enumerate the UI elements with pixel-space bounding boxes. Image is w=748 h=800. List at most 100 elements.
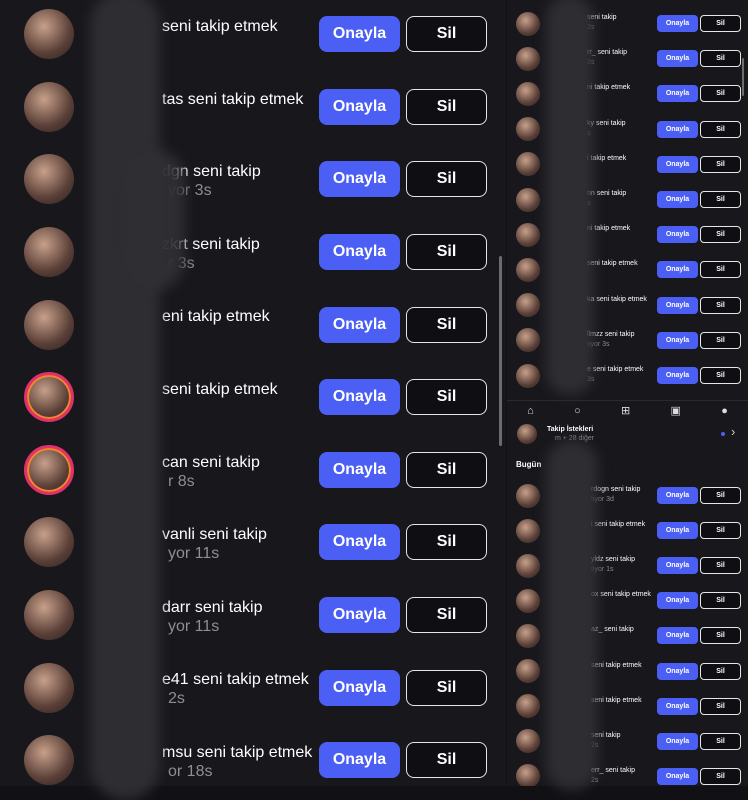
user-avatar[interactable] — [516, 152, 540, 177]
delete-button[interactable]: Sil — [406, 451, 487, 488]
delete-button[interactable]: Sil — [406, 597, 487, 634]
approve-button[interactable]: Onayla — [657, 557, 698, 575]
delete-button[interactable]: Sil — [700, 226, 741, 244]
approve-button[interactable]: Onayla — [319, 524, 400, 561]
user-avatar[interactable] — [516, 518, 540, 543]
user-avatar[interactable] — [24, 81, 74, 132]
approve-button[interactable]: Onayla — [319, 379, 400, 416]
user-avatar[interactable] — [24, 9, 74, 60]
user-avatar[interactable] — [516, 46, 540, 71]
user-avatar[interactable] — [24, 444, 74, 495]
delete-button[interactable]: Sil — [700, 662, 741, 680]
user-avatar[interactable] — [516, 623, 540, 648]
approve-button[interactable]: Onayla — [657, 331, 698, 349]
approve-button[interactable]: Onayla — [657, 226, 698, 244]
user-avatar[interactable] — [516, 729, 540, 754]
approve-button[interactable]: Onayla — [657, 367, 698, 385]
delete-button[interactable]: Sil — [406, 742, 487, 779]
delete-button[interactable]: Sil — [700, 155, 741, 173]
user-avatar[interactable] — [24, 227, 74, 278]
delete-button[interactable]: Sil — [406, 669, 487, 706]
delete-button[interactable]: Sil — [700, 697, 741, 715]
approve-button[interactable]: Onayla — [319, 234, 400, 271]
reels-icon[interactable]: ▣ — [671, 401, 681, 421]
delete-button[interactable]: Sil — [700, 120, 741, 138]
user-avatar[interactable] — [516, 483, 540, 508]
user-avatar[interactable] — [516, 293, 540, 318]
approve-button[interactable]: Onayla — [319, 742, 400, 779]
profile-avatar-icon[interactable]: ● — [721, 401, 728, 421]
delete-button[interactable]: Sil — [700, 627, 741, 645]
user-avatar[interactable] — [516, 11, 540, 36]
user-avatar[interactable] — [24, 662, 74, 713]
user-avatar[interactable] — [24, 154, 74, 205]
user-avatar[interactable] — [516, 694, 540, 719]
approve-button[interactable]: Onayla — [319, 597, 400, 634]
delete-button[interactable]: Sil — [700, 296, 741, 314]
follow-requests-header[interactable]: Takip İstekleri m + 28 diğer › — [507, 420, 748, 446]
delete-button[interactable]: Sil — [700, 15, 741, 33]
delete-button[interactable]: Sil — [700, 331, 741, 349]
approve-button[interactable]: Onayla — [657, 15, 698, 33]
delete-button[interactable]: Sil — [700, 191, 741, 209]
delete-button[interactable]: Sil — [406, 16, 487, 53]
user-avatar[interactable] — [516, 187, 540, 212]
delete-button[interactable]: Sil — [406, 524, 487, 561]
approve-button[interactable]: Onayla — [657, 662, 698, 680]
user-avatar[interactable] — [516, 553, 540, 578]
delete-button[interactable]: Sil — [700, 85, 741, 103]
delete-button[interactable]: Sil — [406, 161, 487, 198]
user-avatar[interactable] — [24, 590, 74, 641]
user-avatar[interactable] — [516, 257, 540, 282]
user-avatar[interactable] — [24, 735, 74, 786]
left-scrollbar[interactable] — [499, 256, 502, 446]
user-avatar[interactable] — [516, 363, 540, 388]
user-avatar[interactable] — [24, 372, 74, 423]
user-avatar[interactable] — [24, 299, 74, 350]
delete-button[interactable]: Sil — [700, 767, 741, 785]
user-avatar[interactable] — [516, 328, 540, 353]
add-post-icon[interactable]: ⊞ — [621, 401, 630, 421]
approve-button[interactable]: Onayla — [657, 487, 698, 505]
delete-button[interactable]: Sil — [406, 234, 487, 271]
user-avatar[interactable] — [24, 517, 74, 568]
delete-button[interactable]: Sil — [406, 306, 487, 343]
approve-button[interactable]: Onayla — [319, 669, 400, 706]
approve-button[interactable]: Onayla — [319, 451, 400, 488]
delete-button[interactable]: Sil — [700, 592, 741, 610]
approve-button[interactable]: Onayla — [657, 296, 698, 314]
delete-button[interactable]: Sil — [700, 557, 741, 575]
delete-button[interactable]: Sil — [700, 487, 741, 505]
delete-button[interactable]: Sil — [700, 522, 741, 540]
approve-button[interactable]: Onayla — [657, 191, 698, 209]
approve-button[interactable]: Onayla — [657, 261, 698, 279]
right-scrollbar[interactable] — [742, 58, 744, 96]
delete-button[interactable]: Sil — [406, 88, 487, 125]
search-icon[interactable]: ○ — [574, 401, 581, 421]
user-avatar[interactable] — [516, 659, 540, 684]
approve-button[interactable]: Onayla — [319, 161, 400, 198]
delete-button[interactable]: Sil — [700, 732, 741, 750]
user-avatar[interactable] — [516, 764, 540, 786]
approve-button[interactable]: Onayla — [319, 88, 400, 125]
approve-button[interactable]: Onayla — [657, 592, 698, 610]
delete-button[interactable]: Sil — [406, 379, 487, 416]
home-icon[interactable]: ⌂ — [527, 401, 534, 421]
approve-button[interactable]: Onayla — [657, 85, 698, 103]
approve-button[interactable]: Onayla — [657, 120, 698, 138]
user-avatar[interactable] — [516, 117, 540, 142]
approve-button[interactable]: Onayla — [657, 522, 698, 540]
approve-button[interactable]: Onayla — [319, 16, 400, 53]
delete-button[interactable]: Sil — [700, 50, 741, 68]
approve-button[interactable]: Onayla — [657, 50, 698, 68]
approve-button[interactable]: Onayla — [657, 732, 698, 750]
user-avatar[interactable] — [516, 222, 540, 247]
approve-button[interactable]: Onayla — [657, 697, 698, 715]
delete-button[interactable]: Sil — [700, 261, 741, 279]
user-avatar[interactable] — [516, 588, 540, 613]
approve-button[interactable]: Onayla — [319, 306, 400, 343]
approve-button[interactable]: Onayla — [657, 627, 698, 645]
delete-button[interactable]: Sil — [700, 367, 741, 385]
user-avatar[interactable] — [516, 81, 540, 106]
approve-button[interactable]: Onayla — [657, 767, 698, 785]
